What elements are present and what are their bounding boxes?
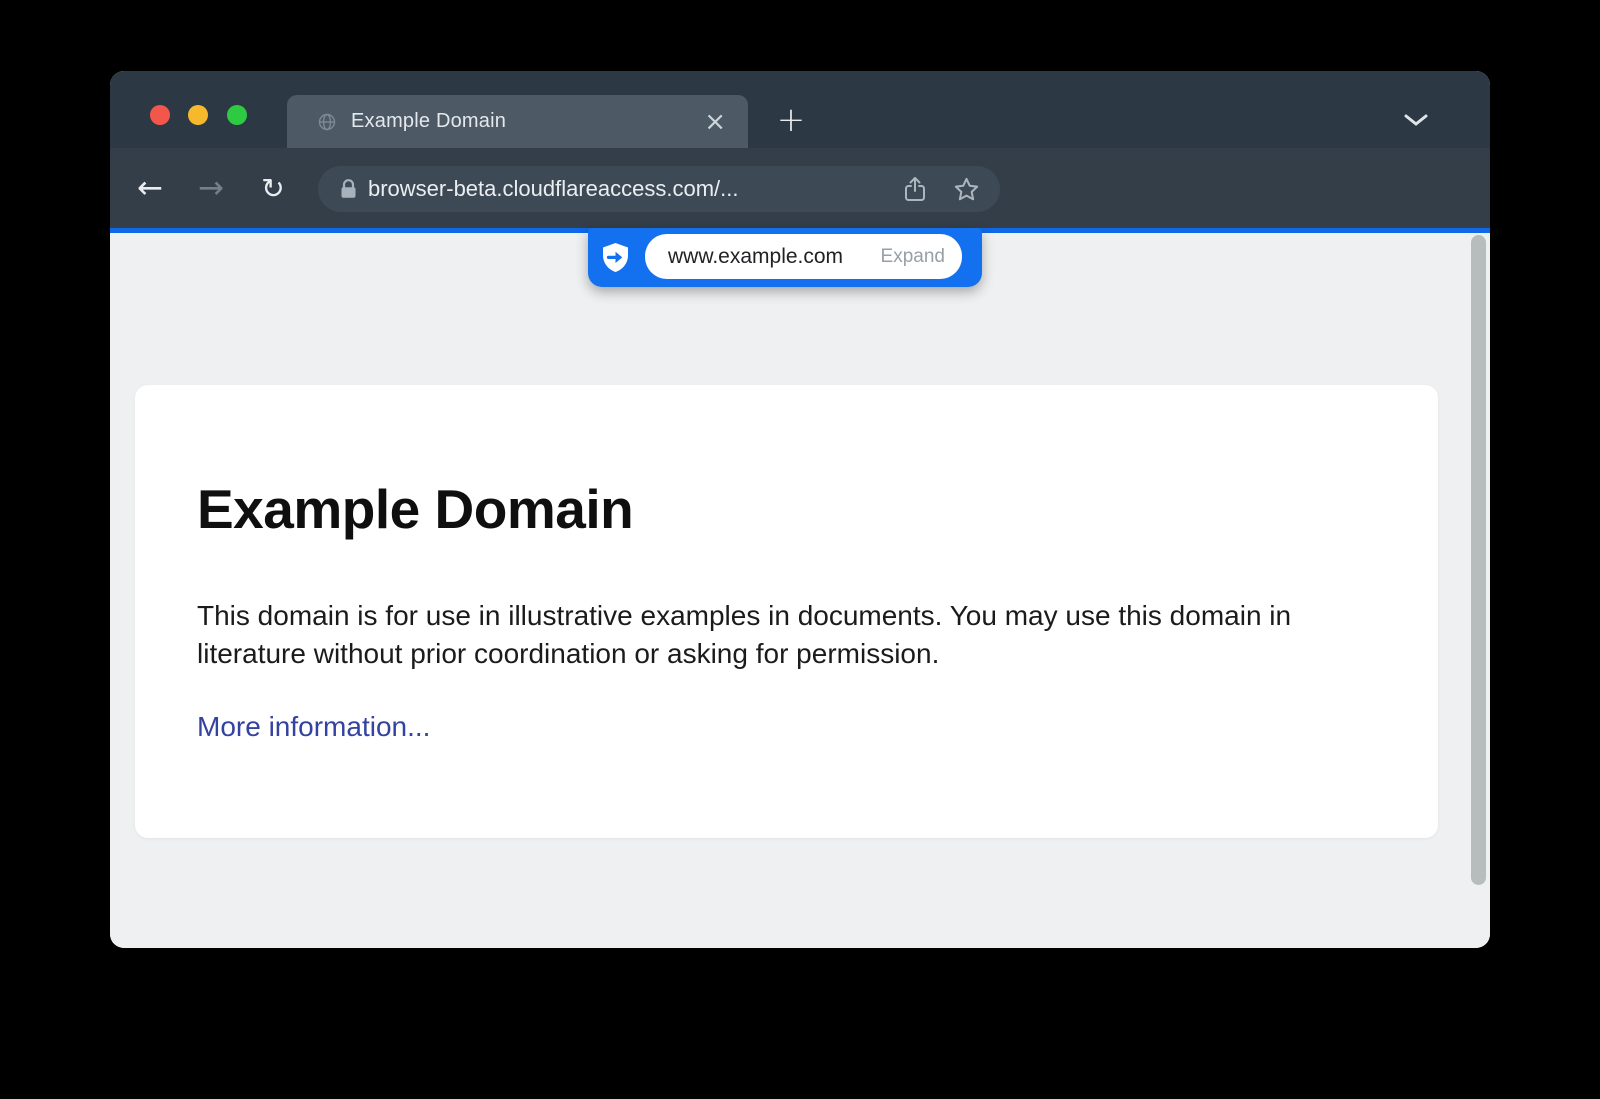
expand-button[interactable]: Expand [881, 246, 945, 268]
reload-button[interactable]: ↻ [251, 148, 295, 228]
share-icon[interactable] [903, 175, 927, 203]
window-minimize-button[interactable] [188, 105, 208, 125]
toolbar: ← → ↻ browser-beta.cloudflareaccess.com/… [110, 148, 1490, 228]
more-information-link[interactable]: More information... [197, 711, 430, 743]
url-text: browser-beta.cloudflareaccess.com/... [368, 176, 739, 202]
tab-close-icon[interactable]: × [704, 109, 726, 135]
vertical-scrollbar[interactable] [1471, 235, 1486, 885]
tab-title: Example Domain [351, 110, 506, 133]
isolated-domain-text: www.example.com [668, 245, 843, 269]
page-title: Example Domain [197, 477, 633, 541]
back-button[interactable]: ← [128, 148, 172, 228]
address-bar[interactable]: browser-beta.cloudflareaccess.com/... [318, 166, 1000, 212]
lock-icon[interactable] [340, 179, 357, 199]
content-card: Example Domain This domain is for use in… [135, 385, 1438, 838]
tab-strip: Example Domain × + [110, 71, 1490, 148]
forward-button[interactable]: → [189, 148, 233, 228]
isolation-banner: www.example.com Expand [588, 228, 982, 287]
omnibox-actions [903, 175, 980, 203]
page-viewport: Example Domain This domain is for use in… [110, 233, 1490, 948]
page-paragraph: This domain is for use in illustrative e… [197, 597, 1352, 673]
tab-example-domain[interactable]: Example Domain × [287, 95, 748, 148]
window-zoom-button[interactable] [227, 105, 247, 125]
globe-favicon-icon [317, 112, 337, 132]
browser-window: Example Domain × + ← → ↻ browser-beta.cl… [110, 71, 1490, 948]
isolated-domain-pill: www.example.com Expand [645, 234, 962, 279]
new-tab-button[interactable]: + [773, 103, 809, 139]
chevron-down-icon[interactable] [1403, 113, 1429, 132]
window-close-button[interactable] [150, 105, 170, 125]
shield-arrow-icon [602, 242, 629, 273]
bookmark-star-icon[interactable] [953, 176, 980, 203]
